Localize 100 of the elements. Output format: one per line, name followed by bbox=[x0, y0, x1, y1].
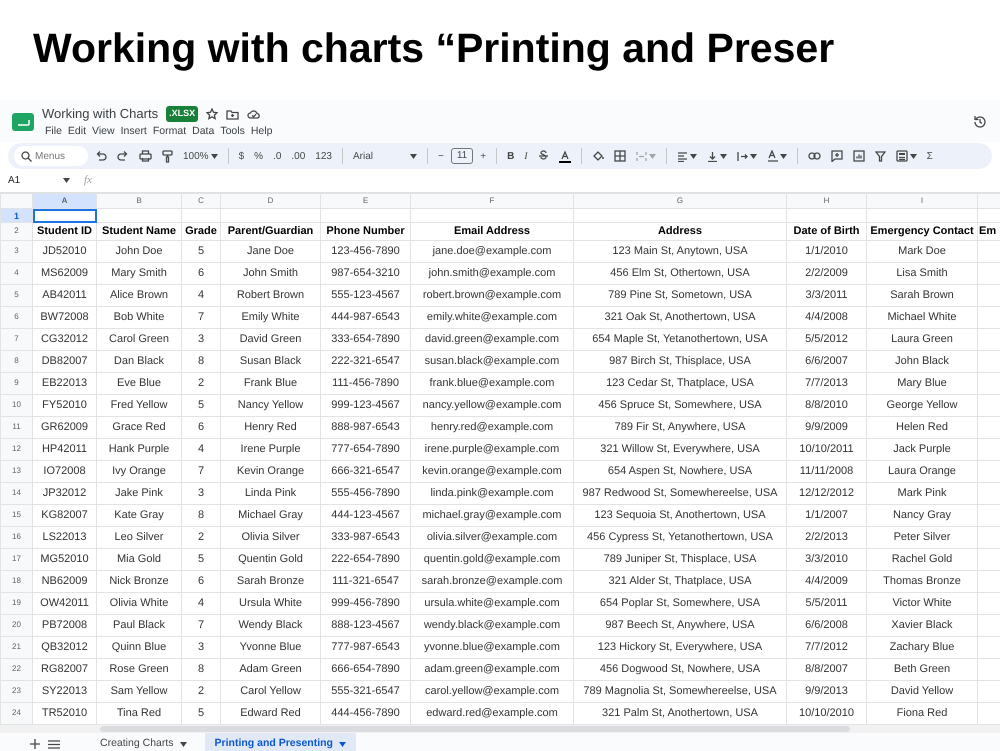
decrease-decimals-button[interactable]: .0 bbox=[270, 146, 284, 166]
column-header[interactable]: G bbox=[574, 194, 786, 208]
print-icon[interactable] bbox=[139, 150, 152, 162]
cloud-icon[interactable] bbox=[247, 109, 262, 120]
menu-item[interactable]: Data bbox=[189, 124, 218, 140]
table-cell: Adam Green bbox=[220, 658, 320, 680]
increase-font-size-button[interactable]: + bbox=[477, 146, 490, 166]
chart-icon[interactable] bbox=[852, 150, 865, 162]
table-cell: BW72008 bbox=[32, 306, 96, 328]
borders-icon[interactable] bbox=[614, 150, 626, 162]
caret-icon bbox=[180, 742, 187, 746]
row-number[interactable]: 19 bbox=[0, 592, 32, 614]
redo-icon[interactable] bbox=[117, 150, 129, 162]
caret-icon bbox=[720, 154, 727, 158]
row-number[interactable]: 1 bbox=[0, 208, 32, 222]
column-header[interactable]: D bbox=[220, 194, 320, 208]
italic-button[interactable]: I bbox=[521, 146, 531, 166]
fill-color-icon[interactable] bbox=[592, 150, 604, 162]
all-sheets-icon[interactable] bbox=[48, 740, 60, 748]
zoom-dropdown[interactable]: 100% bbox=[180, 146, 221, 166]
row-number[interactable]: 18 bbox=[0, 570, 32, 592]
table-cell: frank.blue@example.com bbox=[410, 372, 574, 394]
row-number[interactable]: 21 bbox=[0, 636, 32, 658]
column-header[interactable]: A bbox=[32, 194, 96, 208]
row-number[interactable]: 24 bbox=[0, 702, 32, 724]
menu-item[interactable]: Insert bbox=[118, 124, 150, 140]
column-header[interactable]: C bbox=[182, 194, 220, 208]
row-number[interactable]: 17 bbox=[0, 548, 32, 570]
table-cell: Irene Purple bbox=[220, 438, 320, 460]
column-header[interactable]: I bbox=[866, 194, 978, 208]
row-number[interactable]: 9 bbox=[0, 372, 32, 394]
table-cell: Rachel Gold bbox=[866, 548, 978, 570]
document-title[interactable]: Working with Charts bbox=[42, 104, 158, 124]
table-cell: 321 Alder St, Thatplace, USA bbox=[574, 570, 786, 592]
text-color-icon[interactable] bbox=[558, 150, 571, 162]
column-header[interactable]: B bbox=[96, 194, 182, 208]
sheet-tab[interactable]: Creating Charts bbox=[90, 732, 197, 751]
menu-search-field[interactable]: Menus bbox=[14, 146, 88, 166]
percent-button[interactable]: % bbox=[251, 146, 266, 166]
paint-roller-icon[interactable] bbox=[162, 150, 173, 162]
table-cell: MG52010 bbox=[32, 548, 96, 570]
table-cell: 1/1/2007 bbox=[786, 504, 866, 526]
spreadsheet-logo-icon[interactable] bbox=[12, 113, 34, 131]
undo-icon[interactable] bbox=[95, 150, 107, 162]
link-icon[interactable] bbox=[808, 152, 821, 160]
row-number[interactable]: 2 bbox=[0, 222, 32, 240]
row-number[interactable]: 11 bbox=[0, 416, 32, 438]
row-number[interactable]: 16 bbox=[0, 526, 32, 548]
currency-button[interactable]: $ bbox=[236, 146, 248, 166]
row-number[interactable]: 6 bbox=[0, 306, 32, 328]
table-cell: Michael Gray bbox=[220, 504, 320, 526]
row-number[interactable]: 4 bbox=[0, 262, 32, 284]
strikethrough-icon[interactable] bbox=[538, 150, 549, 162]
horizontal-scrollbar[interactable] bbox=[100, 726, 850, 732]
table-cell: SY22013 bbox=[32, 680, 96, 702]
history-icon[interactable] bbox=[972, 114, 988, 130]
folder-icon[interactable] bbox=[226, 108, 240, 120]
decrease-font-size-button[interactable]: − bbox=[434, 146, 447, 166]
row-number[interactable]: 22 bbox=[0, 658, 32, 680]
row-number[interactable]: 13 bbox=[0, 460, 32, 482]
row-number[interactable]: 12 bbox=[0, 438, 32, 460]
menu-item[interactable]: View bbox=[89, 124, 118, 140]
table-cell: ursula.white@example.com bbox=[410, 592, 574, 614]
row-number[interactable]: 23 bbox=[0, 680, 32, 702]
row-number[interactable]: 8 bbox=[0, 350, 32, 372]
comment-icon[interactable] bbox=[830, 150, 843, 162]
menu-item[interactable]: Format bbox=[150, 124, 190, 140]
name-box[interactable]: A1 bbox=[8, 173, 63, 188]
star-icon[interactable] bbox=[206, 108, 218, 120]
add-sheet-icon[interactable] bbox=[30, 739, 40, 749]
row-number[interactable]: 15 bbox=[0, 504, 32, 526]
row-number[interactable]: 5 bbox=[0, 284, 32, 306]
table-cell: yvonne.blue@example.com bbox=[410, 636, 574, 658]
row-number[interactable]: 3 bbox=[0, 240, 32, 262]
row-number[interactable]: 7 bbox=[0, 328, 32, 350]
row-number[interactable]: 20 bbox=[0, 614, 32, 636]
table-cell: 888-123-4567 bbox=[320, 614, 410, 636]
column-header[interactable]: E bbox=[320, 194, 410, 208]
sheet-tab[interactable]: Printing and Presenting bbox=[204, 732, 356, 751]
menu-item[interactable]: Help bbox=[248, 124, 276, 140]
menu-item[interactable]: Edit bbox=[64, 124, 90, 140]
font-dropdown[interactable]: Arial bbox=[350, 146, 420, 166]
menu-item[interactable]: File bbox=[42, 124, 65, 140]
selected-cell[interactable] bbox=[32, 208, 96, 222]
table-cell: Hank Purple bbox=[96, 438, 182, 460]
menu-item[interactable]: Tools bbox=[217, 124, 248, 140]
column-header[interactable]: F bbox=[410, 194, 574, 208]
row-number[interactable]: 10 bbox=[0, 394, 32, 416]
table-cell: Olivia White bbox=[96, 592, 182, 614]
column-heading-cell: Student ID bbox=[32, 222, 96, 240]
table-cell: Zachary Blue bbox=[866, 636, 978, 658]
row-number[interactable]: 14 bbox=[0, 482, 32, 504]
font-size-field[interactable]: 11 bbox=[450, 148, 474, 164]
align-bottom-icon bbox=[706, 150, 718, 162]
increase-decimals-button[interactable]: .00 bbox=[288, 146, 308, 166]
column-header[interactable]: H bbox=[786, 194, 866, 208]
bold-button[interactable]: B bbox=[504, 146, 518, 166]
number-format-button[interactable]: 123 bbox=[312, 146, 335, 166]
sum-button[interactable]: Σ bbox=[924, 146, 936, 166]
filter-icon[interactable] bbox=[874, 150, 886, 162]
